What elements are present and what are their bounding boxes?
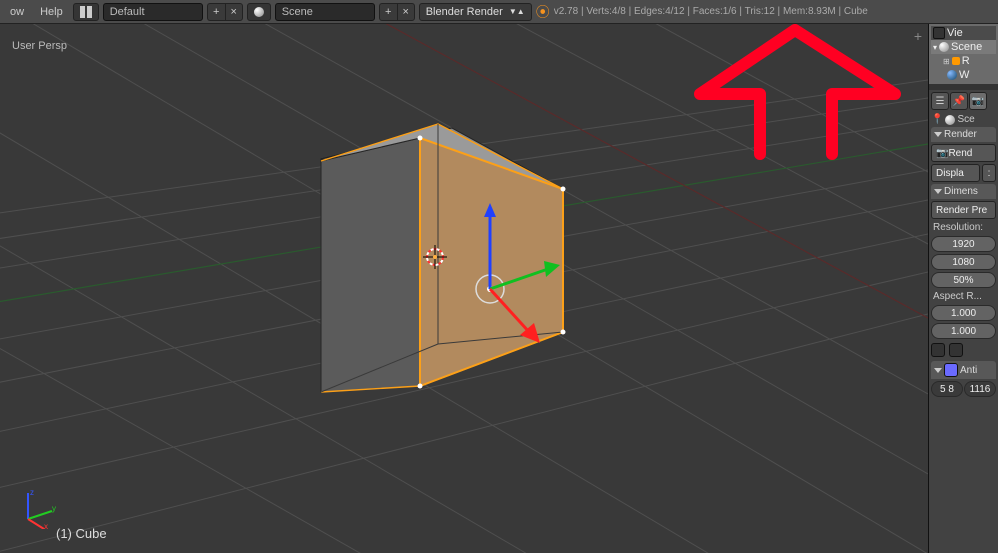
axis-orientation-widget: z y x (18, 489, 58, 529)
stats-text: v2.78 | Verts:4/8 | Edges:4/12 | Faces:1… (554, 6, 994, 17)
3d-viewport[interactable]: User Persp (1) Cube + z y x (0, 24, 928, 553)
viewport-toolbar-plus-icon[interactable]: + (914, 28, 922, 44)
scene-browse-button[interactable] (247, 3, 271, 21)
menu-item-help[interactable]: Help (34, 4, 69, 20)
resolution-label: Resolution: (931, 221, 996, 234)
props-pin-icon[interactable]: 📌 (950, 92, 968, 110)
outliner-view-menu[interactable]: Vie (947, 27, 963, 39)
outliner-item-w[interactable]: W (931, 68, 996, 82)
outliner-editor-icon[interactable] (933, 27, 945, 39)
scene-icon (254, 7, 264, 17)
properties-panel[interactable]: ☰ 📌 📷 📍 Sce Render 📷Rend Displa : Dimens… (929, 90, 998, 553)
scene-add-button[interactable]: + (379, 3, 397, 21)
svg-text:z: z (30, 489, 34, 497)
aspect-x-field[interactable]: 1.000 (931, 305, 996, 321)
props-editor-icon[interactable]: ☰ (931, 92, 949, 110)
outliner-item-r[interactable]: ⊞ R (931, 54, 996, 68)
menu-item-window[interactable]: ow (4, 4, 30, 20)
aa-samples-5-8[interactable]: 5 8 (931, 381, 963, 397)
border-checkbox[interactable] (931, 343, 945, 357)
breadcrumb: Sce (957, 114, 974, 125)
layout-icon (80, 6, 92, 18)
resolution-x-field[interactable]: 1920 (931, 236, 996, 252)
resolution-percent-field[interactable]: 50% (931, 272, 996, 288)
svg-text:x: x (44, 522, 48, 529)
scene-remove-button[interactable]: × (397, 3, 415, 21)
screen-layout-button[interactable] (73, 3, 99, 21)
aspect-y-field[interactable]: 1.000 (931, 323, 996, 339)
svg-text:y: y (52, 504, 56, 513)
antialias-checkbox[interactable] (944, 363, 958, 377)
aa-samples-11-16[interactable]: 1116 (964, 381, 996, 397)
render-layers-icon (952, 57, 960, 65)
annotation-arrow-icon (0, 24, 928, 553)
crop-checkbox[interactable] (949, 343, 963, 357)
render-button[interactable]: 📷Rend (931, 144, 996, 162)
screen-layout-field[interactable]: Default (103, 3, 203, 21)
blender-logo-icon: ⦿ (536, 2, 550, 22)
aspect-label: Aspect R... (931, 290, 996, 303)
pin-icon[interactable]: 📍 (931, 114, 943, 125)
panel-header-dimensions[interactable]: Dimens (931, 184, 996, 199)
props-tab-render[interactable]: 📷 (969, 92, 987, 110)
render-preset-dropdown[interactable]: Render Pre (931, 201, 996, 219)
panel-header-anti[interactable]: Anti (931, 361, 996, 379)
scene-icon (939, 42, 949, 52)
scene-icon (945, 115, 955, 125)
active-object-label: (1) Cube (56, 526, 107, 541)
outliner-panel[interactable]: Vie ▾ Scene ⊞ R W (929, 24, 998, 84)
display-mode-button[interactable]: Displa (931, 164, 980, 182)
layout-remove-button[interactable]: × (225, 3, 243, 21)
layout-add-button[interactable]: + (207, 3, 225, 21)
panel-header-render[interactable]: Render (931, 127, 996, 142)
outliner-scene-row[interactable]: ▾ Scene (931, 40, 996, 54)
display-dropdown[interactable]: : (982, 164, 996, 182)
scene-field[interactable]: Scene (275, 3, 375, 21)
resolution-y-field[interactable]: 1080 (931, 254, 996, 270)
render-engine-dropdown[interactable]: Blender Render ▼▲ (419, 3, 532, 21)
perspective-label: User Persp (12, 40, 67, 52)
world-icon (947, 70, 957, 80)
